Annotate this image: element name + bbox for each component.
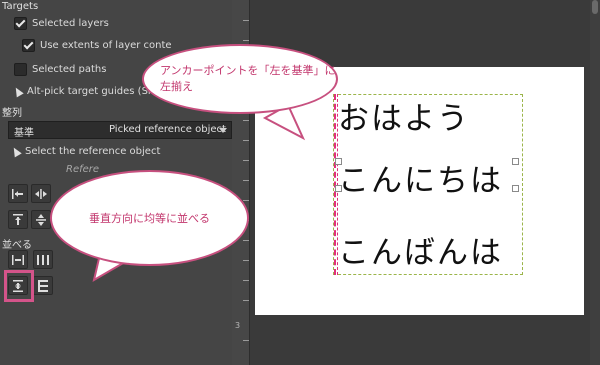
callout-left: 垂直方向に均等に並べる [50, 170, 249, 266]
callout-top-line1: アンカーポイントを「左を基準」に [160, 64, 336, 77]
callout-left-text: 垂直方向に均等に並べる [89, 212, 210, 225]
callout-top-line2: 左揃え [160, 80, 193, 93]
callout-top: アンカーポイントを「左を基準」に 左揃え [142, 44, 338, 114]
